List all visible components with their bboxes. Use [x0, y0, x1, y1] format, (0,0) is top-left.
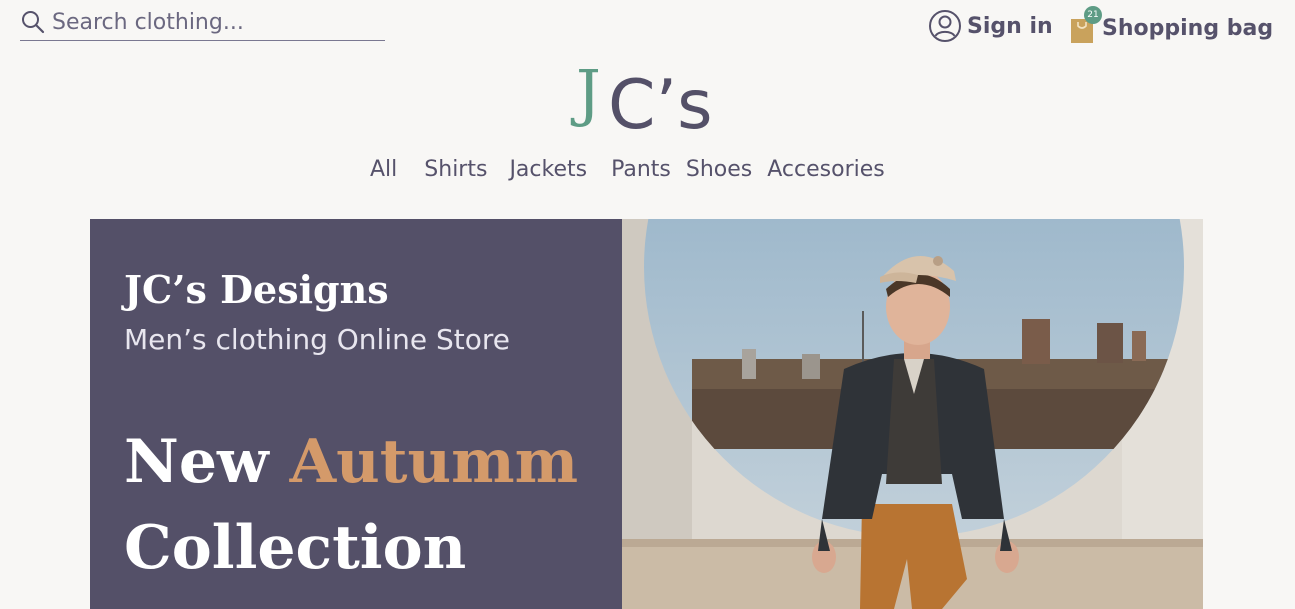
search-input[interactable] [52, 9, 372, 35]
bag-count-badge: 21 [1084, 6, 1102, 24]
category-nav: All Shirts Jackets Pants Shoes Accesorie… [370, 152, 885, 186]
logo-letters-cs: C’s [608, 66, 713, 138]
shopping-bag-button[interactable]: 21 Shopping bag [1068, 4, 1273, 48]
hero-title: JC’s Designs [124, 267, 389, 312]
hero-banner[interactable]: JC’s Designs Men’s clothing Online Store… [90, 219, 1203, 609]
hero-headline: New Autumm Collection [124, 419, 578, 591]
search-bar[interactable] [20, 4, 385, 41]
sign-in-button[interactable]: Sign in [928, 8, 1053, 44]
nav-item-jackets[interactable]: Jackets [509, 157, 587, 182]
user-icon [929, 10, 961, 42]
logo-letter-j: J [570, 56, 601, 129]
hero-subtitle: Men’s clothing Online Store [124, 323, 510, 356]
nav-item-accessories[interactable]: Accesories [767, 157, 884, 182]
shopping-bag-label: Shopping bag [1102, 15, 1274, 41]
shopping-bag-icon: 21 [1068, 6, 1102, 44]
search-icon [22, 11, 45, 34]
nav-item-shoes[interactable]: Shoes [686, 157, 752, 182]
sign-in-label: Sign in [967, 13, 1053, 39]
page: Sign in 21 Shopping bag J C’s All Shirts… [0, 0, 1295, 609]
nav-item-all[interactable]: All [370, 157, 397, 182]
headline-word-new: New [124, 427, 269, 497]
nav-item-pants[interactable]: Pants [611, 157, 671, 182]
hero-photo-model [622, 219, 1203, 609]
headline-collection: Collection [124, 513, 467, 583]
brand-logo[interactable]: J C’s [570, 48, 730, 138]
hero-text-panel: JC’s Designs Men’s clothing Online Store… [90, 219, 622, 609]
headline-word-autumn: Autumm [289, 427, 579, 497]
nav-item-shirts[interactable]: Shirts [424, 157, 487, 182]
